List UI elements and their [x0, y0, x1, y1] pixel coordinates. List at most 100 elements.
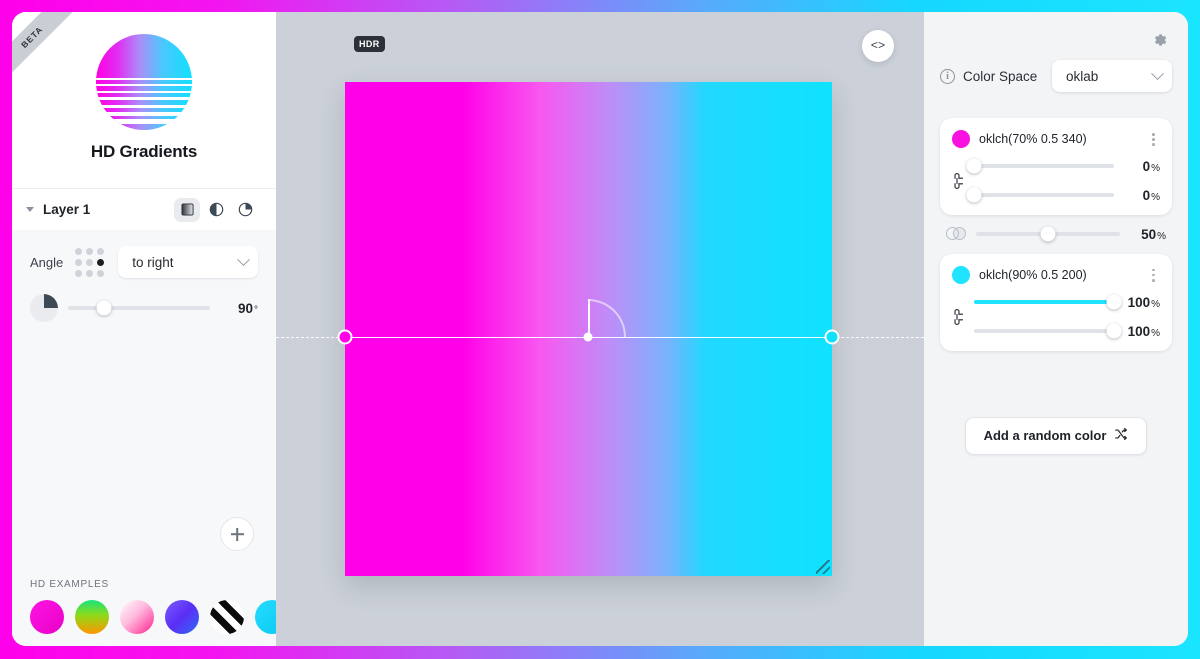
- color-swatch-dot[interactable]: [952, 130, 970, 149]
- chevron-down-icon: [1151, 66, 1164, 80]
- add-random-color-button[interactable]: Add a random color: [965, 416, 1147, 455]
- gradient-end-handle[interactable]: [824, 329, 840, 345]
- direction-dot-4[interactable]: [86, 258, 94, 266]
- position-slider-row: 100%: [974, 294, 1160, 310]
- left-sidebar: BETA HD Gradients Layer 1 Angle to right…: [12, 12, 334, 646]
- direction-dot-0[interactable]: [75, 247, 83, 255]
- slider-stack: 100% 100%: [974, 294, 1160, 339]
- direction-grid[interactable]: [75, 247, 105, 277]
- more-options-icon[interactable]: [1147, 266, 1160, 285]
- color-swatch-dot[interactable]: [952, 266, 970, 285]
- opacity-slider-value: 100%: [1127, 323, 1160, 339]
- swatch-blue-violet[interactable]: [165, 600, 199, 634]
- direction-dot-1[interactable]: [86, 247, 94, 255]
- color-space-row: i Color Space oklab: [940, 12, 1172, 92]
- angle-label: Angle: [30, 254, 64, 270]
- angle-slider-thumb[interactable]: [96, 300, 111, 316]
- link-icon[interactable]: [952, 172, 966, 189]
- angle-quadrant-icon: [30, 294, 58, 322]
- opacity-slider-thumb[interactable]: [966, 187, 982, 203]
- hdr-badge: HDR: [354, 36, 385, 52]
- direction-dot-6[interactable]: [75, 269, 83, 277]
- opacity-slider[interactable]: [966, 187, 1114, 203]
- angle-section: Angle to right 90°: [12, 230, 276, 322]
- position-slider[interactable]: [966, 158, 1114, 174]
- color-stop-card[interactable]: oklch(90% 0.5 200) 100% 100%: [940, 253, 1172, 351]
- chevron-down-icon[interactable]: [26, 207, 34, 212]
- conic-gradient-icon[interactable]: [232, 198, 258, 222]
- position-slider[interactable]: [974, 294, 1122, 310]
- direction-dot-7[interactable]: [86, 269, 94, 277]
- color-stop-sliders: 0% 0%: [952, 158, 1160, 203]
- swatch-magenta[interactable]: [30, 600, 64, 634]
- midpoint-slider[interactable]: [976, 226, 1120, 242]
- position-slider-value: 100%: [1127, 294, 1160, 310]
- angle-value: 90°: [220, 301, 258, 316]
- position-slider-thumb[interactable]: [1106, 294, 1122, 310]
- color-stop-sliders: 100% 100%: [952, 294, 1160, 339]
- resize-handle[interactable]: [816, 560, 830, 574]
- more-options-icon[interactable]: [1147, 130, 1160, 149]
- direction-dot-3[interactable]: [75, 258, 83, 266]
- color-mix-icon: [946, 227, 968, 241]
- midpoint-value: 50%: [1141, 226, 1166, 242]
- sidebar-body: [12, 322, 276, 569]
- opacity-slider-row: 0%: [966, 187, 1160, 203]
- angle-gizmo-center[interactable]: [583, 332, 593, 342]
- opacity-slider-thumb[interactable]: [1106, 323, 1122, 339]
- layer-row[interactable]: Layer 1: [12, 188, 276, 230]
- angle-slider-row: 90°: [30, 294, 258, 322]
- direction-dot-5[interactable]: [97, 258, 105, 266]
- direction-select-value: to right: [132, 254, 174, 270]
- hd-examples-swatches: [30, 600, 334, 634]
- opacity-slider-value: 0%: [1142, 187, 1160, 203]
- midpoint-row: 50%: [940, 215, 1172, 254]
- color-space-select[interactable]: oklab: [1052, 60, 1172, 92]
- direction-dot-8[interactable]: [97, 269, 105, 277]
- angle-direction-row: Angle to right: [30, 246, 258, 278]
- gradient-type-group: [174, 197, 258, 222]
- position-slider-value: 0%: [1142, 158, 1160, 174]
- plus-icon: [231, 528, 244, 541]
- color-stop-header: oklch(70% 0.5 340): [952, 130, 1160, 149]
- color-stop-label: oklch(90% 0.5 200): [979, 268, 1087, 283]
- color-stop-label: oklch(70% 0.5 340): [979, 132, 1087, 147]
- swatch-green-orange[interactable]: [75, 600, 109, 634]
- swatch-stripes[interactable]: [210, 600, 244, 634]
- radial-gradient-icon[interactable]: [203, 198, 229, 222]
- app-window: BETA HD Gradients Layer 1 Angle to right…: [12, 12, 1188, 646]
- chevron-down-icon: [237, 252, 250, 266]
- direction-dot-2[interactable]: [97, 247, 105, 255]
- shuffle-icon: [1114, 427, 1128, 444]
- color-stops-list: oklch(70% 0.5 340) 0% 0% 50% oklch(90% 0.5 2…: [940, 118, 1172, 351]
- add-random-color-label: Add a random color: [983, 428, 1107, 444]
- gear-icon[interactable]: [1152, 32, 1168, 48]
- right-panel: i Color Space oklab oklch(70% 0.5 340) 0%…: [924, 12, 1188, 646]
- gradient-start-handle[interactable]: [337, 329, 353, 345]
- color-stop-card[interactable]: oklch(70% 0.5 340) 0% 0%: [940, 118, 1172, 215]
- hd-examples-section: HD EXAMPLES: [12, 569, 334, 646]
- opacity-slider-row: 100%: [974, 323, 1160, 339]
- opacity-slider[interactable]: [974, 323, 1122, 339]
- color-stop-header: oklch(90% 0.5 200): [952, 266, 1160, 285]
- angle-unit: °: [254, 304, 258, 316]
- sidebar-header: BETA HD Gradients: [12, 12, 276, 188]
- swatch-pink-white[interactable]: [120, 600, 154, 634]
- angle-slider[interactable]: [68, 300, 210, 316]
- code-view-button[interactable]: <>: [862, 30, 894, 62]
- link-icon[interactable]: [952, 308, 966, 325]
- app-logo: HD Gradients: [12, 12, 276, 162]
- add-layer-button[interactable]: [220, 517, 254, 551]
- canvas-pane: HDR <>: [276, 12, 924, 646]
- linear-gradient-icon[interactable]: [174, 197, 200, 222]
- page-title: HD Gradients: [90, 142, 198, 161]
- hd-examples-title: HD EXAMPLES: [30, 579, 109, 590]
- position-slider-thumb[interactable]: [966, 158, 982, 174]
- info-icon[interactable]: i: [940, 68, 955, 84]
- midpoint-slider-thumb[interactable]: [1040, 226, 1056, 242]
- sun-logo-icon: [96, 34, 192, 130]
- layer-name-label: Layer 1: [43, 202, 91, 217]
- slider-stack: 0% 0%: [966, 158, 1160, 203]
- color-space-label: Color Space: [963, 68, 1038, 84]
- direction-select[interactable]: to right: [118, 246, 258, 278]
